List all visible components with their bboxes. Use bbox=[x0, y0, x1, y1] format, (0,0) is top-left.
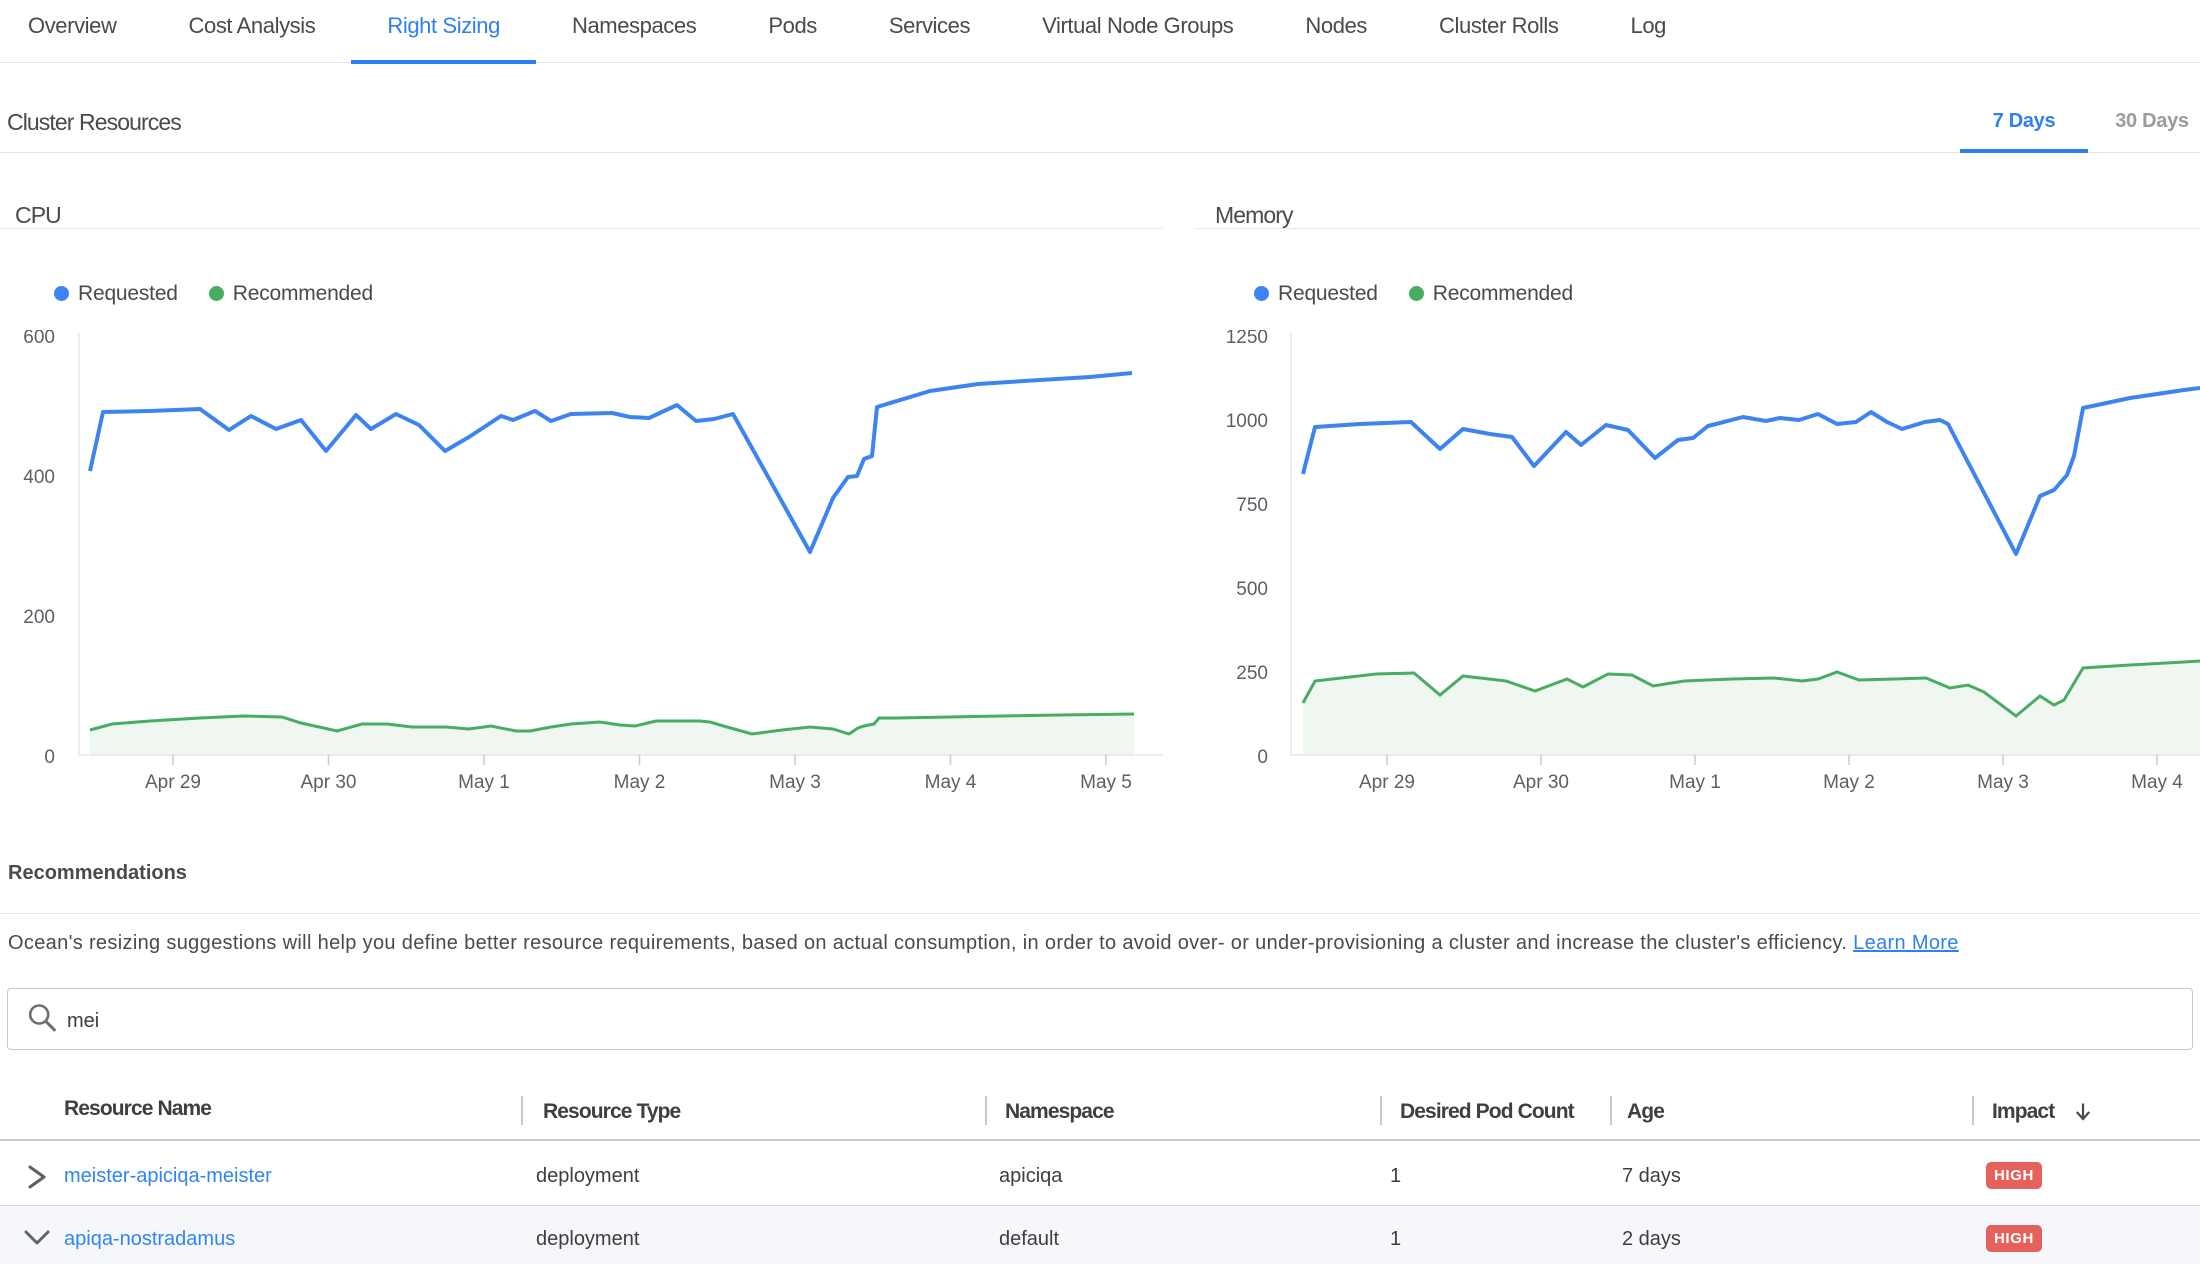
svg-text:0: 0 bbox=[1257, 747, 1268, 768]
svg-text:250: 250 bbox=[1236, 663, 1268, 684]
svg-text:May 2: May 2 bbox=[614, 772, 666, 793]
svg-text:Apr 29: Apr 29 bbox=[145, 772, 201, 793]
svg-text:500: 500 bbox=[1236, 579, 1268, 600]
svg-text:May 2: May 2 bbox=[1823, 772, 1875, 793]
svg-text:Apr 29: Apr 29 bbox=[1359, 772, 1415, 793]
svg-text:May 1: May 1 bbox=[1669, 772, 1721, 793]
svg-text:1000: 1000 bbox=[1226, 411, 1268, 432]
svg-text:600: 600 bbox=[23, 330, 55, 348]
svg-text:750: 750 bbox=[1236, 495, 1268, 516]
svg-text:400: 400 bbox=[23, 467, 55, 488]
svg-text:May 3: May 3 bbox=[769, 772, 821, 793]
svg-text:0: 0 bbox=[44, 747, 55, 768]
svg-text:1250: 1250 bbox=[1226, 330, 1268, 348]
svg-text:May 5: May 5 bbox=[1080, 772, 1132, 793]
svg-text:May 3: May 3 bbox=[1977, 772, 2029, 793]
svg-text:Apr 30: Apr 30 bbox=[301, 772, 357, 793]
svg-text:Apr 30: Apr 30 bbox=[1513, 772, 1569, 793]
svg-text:May 4: May 4 bbox=[2131, 772, 2183, 793]
svg-text:200: 200 bbox=[23, 607, 55, 628]
svg-text:May 1: May 1 bbox=[458, 772, 510, 793]
svg-text:May 4: May 4 bbox=[925, 772, 977, 793]
